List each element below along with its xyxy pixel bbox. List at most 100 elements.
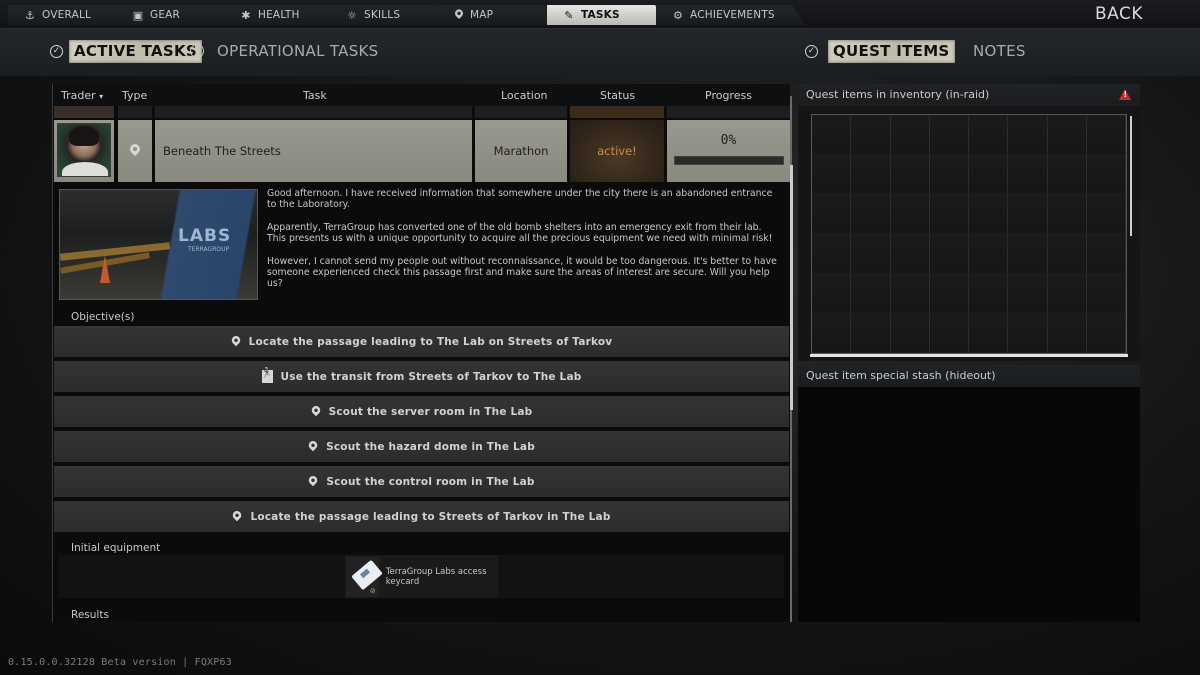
tab-gear[interactable]: ▣ GEAR	[116, 5, 238, 25]
grid-cell[interactable]	[1086, 115, 1126, 155]
grid-cell[interactable]	[890, 115, 930, 155]
health-icon: ✱	[241, 8, 251, 22]
equipment-item[interactable]: ⊘ TerraGroup Labs access keycard	[345, 555, 498, 598]
type-cell	[118, 120, 152, 182]
header-trader[interactable]: Trader ▾	[61, 89, 103, 102]
objective-item[interactable]: Locate the passage leading to Streets of…	[54, 501, 789, 532]
grid-cell[interactable]	[929, 194, 969, 234]
objective-item[interactable]: Locate the passage leading to The Lab on…	[54, 326, 789, 357]
tab-overall[interactable]: ⚓ OVERALL	[8, 5, 130, 25]
grid-cell[interactable]	[851, 115, 891, 155]
lightbulb-icon: ☼	[346, 8, 358, 22]
warning-icon[interactable]	[1119, 89, 1131, 100]
grid-cell[interactable]	[1008, 273, 1048, 314]
grid-cell[interactable]	[812, 194, 852, 234]
tab-operational-tasks[interactable]: OPERATIONAL TASKS	[212, 40, 383, 63]
grid-cell[interactable]	[1047, 313, 1087, 353]
grid-cell[interactable]	[890, 273, 930, 314]
grid-cell[interactable]	[1047, 273, 1087, 314]
grid-cell[interactable]	[1008, 154, 1048, 195]
grid-cell[interactable]	[1008, 115, 1048, 155]
header-progress[interactable]: Progress	[705, 89, 752, 102]
tab-health[interactable]: ✱ HEALTH	[224, 5, 344, 25]
grid-cell[interactable]	[929, 313, 969, 353]
grid-cell[interactable]	[1086, 273, 1126, 314]
grid-cell[interactable]	[969, 273, 1009, 314]
grid-cell[interactable]	[929, 115, 969, 155]
found-in-raid-icon: ⊘	[369, 586, 376, 595]
grid-cell[interactable]	[969, 313, 1009, 353]
header-status[interactable]: Status	[600, 89, 635, 102]
version-label: 0.15.0.0.32128 Beta version | FQXP63	[8, 657, 232, 668]
grid-cell[interactable]	[812, 313, 852, 353]
grid-cell[interactable]	[929, 234, 969, 274]
description-paragraph: However, I cannot send my people out wit…	[267, 255, 777, 290]
header-location[interactable]: Location	[501, 89, 548, 102]
task-panel: Trader ▾ Type Task Location Status Progr…	[52, 84, 790, 622]
objective-item[interactable]: Scout the control room in The Lab	[54, 466, 789, 497]
back-button[interactable]: BACK	[1095, 4, 1143, 24]
grid-horizontal-scrollbar[interactable]	[810, 354, 1128, 357]
quest-stash-title: Quest item special stash (hideout)	[806, 369, 996, 382]
grid-cell[interactable]	[851, 154, 891, 195]
tab-active-tasks[interactable]: ACTIVE TASKS	[69, 40, 203, 63]
grid-cell[interactable]	[851, 273, 891, 314]
header-type[interactable]: Type	[122, 89, 147, 102]
objectives-label: Objective(s)	[71, 311, 135, 323]
results-label: Results	[71, 609, 109, 621]
grid-cell[interactable]	[812, 234, 852, 274]
grid-cell[interactable]	[1047, 115, 1087, 155]
quest-stash-header: Quest item special stash (hideout)	[798, 365, 1140, 387]
grid-cell[interactable]	[969, 194, 1009, 234]
grid-cell[interactable]	[1047, 194, 1087, 234]
tab-map[interactable]: MAP	[438, 5, 558, 25]
map-pin-icon	[233, 511, 242, 523]
tab-quest-items[interactable]: QUEST ITEMS	[828, 40, 955, 63]
objective-item[interactable]: Scout the server room in The Lab	[54, 396, 789, 427]
grid-cell[interactable]	[1086, 194, 1126, 234]
gear-badge-icon: ⚙	[672, 8, 684, 22]
task-name[interactable]: Beneath The Streets	[155, 120, 472, 182]
objective-item[interactable]: Scout the hazard dome in The Lab	[54, 431, 789, 462]
anchor-icon: ⚓	[24, 8, 36, 22]
grid-cell[interactable]	[890, 234, 930, 274]
grid-cell[interactable]	[812, 115, 852, 155]
grid-cell[interactable]	[1086, 313, 1126, 353]
grid-cell[interactable]	[851, 194, 891, 234]
grid-cell[interactable]	[890, 154, 930, 195]
grid-cell[interactable]	[1008, 234, 1048, 274]
grid-cell[interactable]	[812, 154, 852, 195]
grid-cell[interactable]	[1086, 234, 1126, 274]
grid-cell[interactable]	[890, 313, 930, 353]
grid-cell[interactable]	[969, 234, 1009, 274]
grid-cell[interactable]	[1086, 154, 1126, 195]
grid-cell[interactable]	[929, 273, 969, 314]
grid-cell[interactable]	[969, 115, 1009, 155]
trader-cell[interactable]	[54, 120, 114, 182]
tab-notes[interactable]: NOTES	[968, 40, 1031, 63]
quest-items-inventory-header: Quest items in inventory (in-raid)	[798, 84, 1140, 106]
grid-cell[interactable]	[1008, 313, 1048, 353]
grid-cell[interactable]	[851, 234, 891, 274]
objective-item[interactable]: Use the transit from Streets of Tarkov t…	[54, 361, 789, 392]
grid-cell[interactable]	[1047, 234, 1087, 274]
tab-skills[interactable]: ☼ SKILLS	[330, 5, 450, 25]
table-row-partial[interactable]	[53, 106, 790, 118]
grid-cell[interactable]	[1047, 154, 1087, 195]
clock-icon	[190, 44, 204, 58]
grid-cell[interactable]	[969, 154, 1009, 195]
clipboard-edit-icon: ✎	[564, 8, 574, 22]
grid-cell[interactable]	[1008, 194, 1048, 234]
grid-cell[interactable]	[812, 273, 852, 314]
header-task[interactable]: Task	[303, 89, 327, 102]
task-scrollbar-thumb[interactable]	[790, 165, 793, 410]
tab-tasks[interactable]: ✎ TASKS	[547, 5, 669, 25]
initial-equipment-label: Initial equipment	[71, 542, 161, 554]
map-pin-icon	[309, 441, 318, 453]
table-row-selected[interactable]: Beneath The Streets Marathon active! 0%	[53, 120, 790, 182]
grid-vertical-scrollbar[interactable]	[1130, 116, 1132, 236]
tab-achievements[interactable]: ⚙ ACHIEVEMENTS	[656, 5, 806, 25]
grid-cell[interactable]	[851, 313, 891, 353]
grid-cell[interactable]	[929, 154, 969, 195]
grid-cell[interactable]	[890, 194, 930, 234]
